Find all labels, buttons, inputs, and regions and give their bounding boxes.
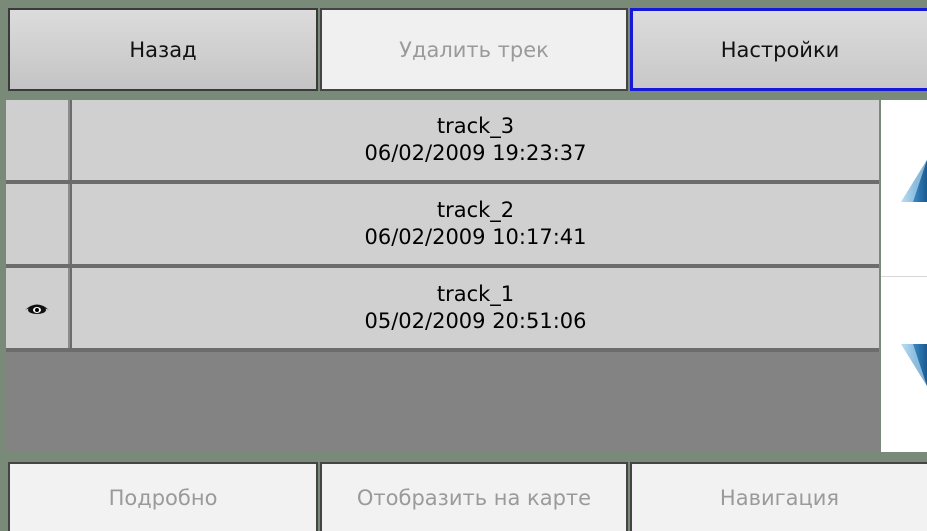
- back-button[interactable]: Назад: [8, 8, 318, 91]
- eye-icon: [24, 301, 50, 315]
- triangle-down-icon[interactable]: [901, 342, 927, 388]
- app-screen: Назад Удалить трек Настройки track_3 06/…: [0, 0, 927, 531]
- track-datetime: 06/02/2009 10:17:41: [364, 225, 587, 249]
- scroll-divider: [881, 276, 927, 277]
- track-cell[interactable]: track_2 06/02/2009 10:17:41: [72, 184, 879, 264]
- track-row[interactable]: track_2 06/02/2009 10:17:41: [6, 184, 879, 268]
- track-list: track_3 06/02/2009 19:23:37 track_2 06/0…: [6, 100, 879, 452]
- track-cell[interactable]: track_3 06/02/2009 19:23:37: [72, 100, 879, 180]
- track-visibility-marker[interactable]: [6, 268, 70, 348]
- track-row[interactable]: track_3 06/02/2009 19:23:37: [6, 100, 879, 184]
- scroll-column: [881, 100, 927, 452]
- track-cell[interactable]: track_1 05/02/2009 20:51:06: [72, 268, 879, 348]
- track-name: track_1: [436, 282, 515, 306]
- track-name: track_2: [436, 198, 515, 222]
- track-visibility-marker[interactable]: [6, 184, 70, 264]
- track-name: track_3: [436, 114, 515, 138]
- bottom-toolbar: Подробно Отобразить на карте Навигация: [0, 458, 927, 531]
- track-visibility-marker[interactable]: [6, 100, 70, 180]
- settings-button[interactable]: Настройки: [630, 8, 927, 91]
- track-datetime: 05/02/2009 20:51:06: [364, 309, 587, 333]
- triangle-up-icon[interactable]: [901, 158, 927, 204]
- delete-track-button[interactable]: Удалить трек: [320, 8, 628, 91]
- top-toolbar: Назад Удалить трек Настройки: [0, 0, 927, 94]
- track-row[interactable]: track_1 05/02/2009 20:51:06: [6, 268, 879, 352]
- show-on-map-button[interactable]: Отобразить на карте: [320, 462, 628, 531]
- details-button[interactable]: Подробно: [8, 462, 318, 531]
- track-datetime: 06/02/2009 19:23:37: [364, 141, 587, 165]
- navigation-button[interactable]: Навигация: [630, 462, 927, 531]
